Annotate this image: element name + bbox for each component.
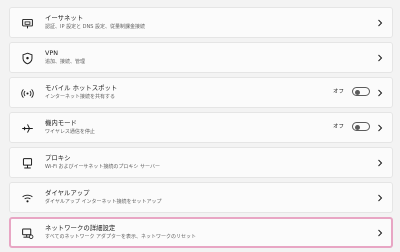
dialup-icon bbox=[20, 191, 34, 205]
setting-title: ネットワークの詳細設定 bbox=[45, 224, 116, 232]
airplane-mode-toggle[interactable] bbox=[352, 122, 370, 131]
vpn-shield-icon bbox=[20, 51, 34, 65]
advanced-network-settings[interactable]: ネットワークの詳細設定 すべてのネットワーク アダプターを表示、ネットワークのリ… bbox=[9, 217, 393, 248]
ethernet-icon bbox=[20, 16, 34, 30]
chevron-right-icon bbox=[378, 89, 383, 97]
ethernet-setting[interactable]: イーサネット 認証、IP 設定と DNS 設定、従量制課金接続 bbox=[9, 7, 393, 38]
toggle-knob bbox=[355, 89, 360, 95]
dialup-setting[interactable]: ダイヤルアップ ダイヤルアップ インターネット接続をセットアップ bbox=[9, 182, 393, 213]
setting-title: イーサネット bbox=[45, 14, 84, 22]
airplane-icon bbox=[20, 121, 34, 135]
chevron-right-icon bbox=[378, 159, 383, 167]
setting-title: VPN bbox=[45, 49, 59, 57]
advanced-network-icon bbox=[20, 226, 34, 240]
setting-description: 認証、IP 設定と DNS 設定、従量制課金接続 bbox=[45, 24, 146, 30]
airplane-mode-setting[interactable]: 機内モード ワイヤレス通信を停止 オフ bbox=[9, 112, 393, 143]
hotspot-toggle[interactable] bbox=[352, 87, 370, 96]
chevron-right-icon bbox=[378, 54, 383, 62]
setting-title: プロキシ bbox=[45, 154, 71, 162]
mobile-hotspot-setting[interactable]: モバイル ホットスポット インターネット接続を共有する オフ bbox=[9, 77, 393, 108]
setting-title: ダイヤルアップ bbox=[45, 189, 90, 197]
setting-description: ワイヤレス通信を停止 bbox=[45, 129, 95, 135]
setting-description: 追加、接続、管理 bbox=[45, 59, 86, 65]
proxy-icon bbox=[20, 156, 34, 170]
setting-description: ダイヤルアップ インターネット接続をセットアップ bbox=[45, 199, 162, 205]
chevron-right-icon bbox=[378, 229, 383, 237]
setting-title: 機内モード bbox=[45, 119, 77, 127]
proxy-setting[interactable]: プロキシ Wi-Fi およびイーサネット接続のプロキシ サーバー bbox=[9, 147, 393, 178]
chevron-right-icon bbox=[378, 194, 383, 202]
vpn-setting[interactable]: VPN 追加、接続、管理 bbox=[9, 42, 393, 73]
settings-list: イーサネット 認証、IP 設定と DNS 設定、従量制課金接続 VPN 追加、接… bbox=[9, 7, 393, 252]
hotspot-icon bbox=[20, 86, 34, 100]
setting-title: モバイル ホットスポット bbox=[45, 84, 118, 92]
setting-description: すべてのネットワーク アダプターを表示、ネットワークのリセット bbox=[45, 234, 197, 240]
toggle-state-label: オフ bbox=[332, 124, 344, 130]
setting-description: Wi-Fi およびイーサネット接続のプロキシ サーバー bbox=[45, 164, 160, 170]
chevron-right-icon bbox=[378, 19, 383, 27]
chevron-right-icon bbox=[378, 124, 383, 132]
toggle-state-label: オフ bbox=[332, 89, 344, 95]
setting-description: インターネット接続を共有する bbox=[45, 94, 116, 100]
toggle-knob bbox=[355, 124, 360, 130]
